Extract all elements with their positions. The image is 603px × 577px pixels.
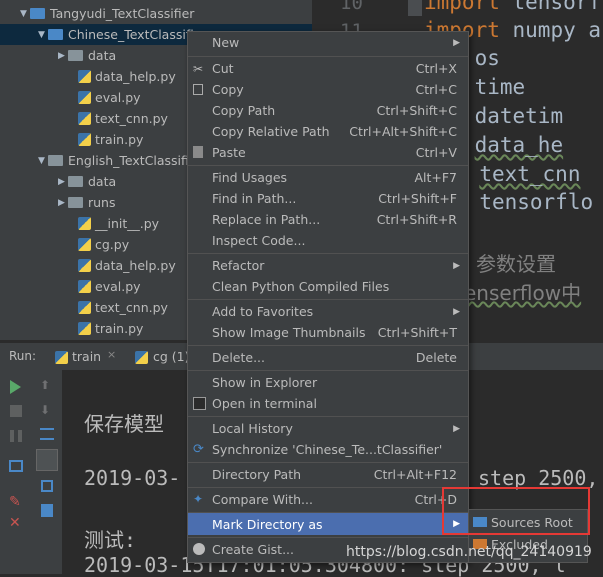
menu-item-add-to-favorites[interactable]: Add to Favorites ▶ bbox=[188, 301, 468, 322]
run-label: Run: bbox=[9, 349, 37, 363]
python-icon bbox=[135, 351, 148, 364]
chevron-right-icon[interactable]: ▶ bbox=[58, 51, 68, 61]
menu-item-directory-path[interactable]: Directory Path Ctrl+Alt+F12 bbox=[188, 464, 468, 485]
tree-item-tangyudi[interactable]: ▼ Tangyudi_TextClassifier bbox=[0, 3, 312, 24]
menu-item-show-image-thumbnails[interactable]: Show Image Thumbnails Ctrl+Shift+T bbox=[188, 322, 468, 343]
close-icon[interactable]: × bbox=[107, 348, 116, 361]
menu-item-clean-python-compiled[interactable]: Clean Python Compiled Files bbox=[188, 276, 468, 297]
chevron-right-icon[interactable]: ▶ bbox=[58, 177, 68, 187]
watermark: https://blog.csdn.net/qq_24140919 bbox=[346, 544, 592, 560]
trash-icon[interactable] bbox=[41, 504, 53, 517]
rerun-icon[interactable] bbox=[10, 380, 21, 394]
folder-icon bbox=[68, 197, 83, 208]
python-file-icon bbox=[78, 133, 91, 146]
line-number: 10 bbox=[340, 0, 363, 14]
menu-separator bbox=[188, 253, 468, 254]
menu-item-compare-with[interactable]: ✦ Compare With... Ctrl+D bbox=[188, 489, 468, 510]
menu-separator bbox=[188, 537, 468, 538]
code-comment: enserflow中 bbox=[464, 281, 582, 305]
menu-separator bbox=[188, 416, 468, 417]
python-file-icon bbox=[78, 217, 91, 230]
menu-item-replace-in-path[interactable]: Replace in Path... Ctrl+Shift+R bbox=[188, 209, 468, 230]
run-side-toolbar: ✎ ✕ ⬆ ⬇ bbox=[0, 370, 62, 574]
python-file-icon bbox=[78, 238, 91, 251]
menu-separator bbox=[188, 462, 468, 463]
menu-separator bbox=[188, 299, 468, 300]
folder-icon bbox=[68, 50, 83, 61]
code-comment: 参数设置 bbox=[476, 252, 556, 276]
menu-item-new[interactable]: New ▶ bbox=[188, 32, 468, 53]
folder-icon bbox=[68, 176, 83, 187]
folder-icon bbox=[48, 155, 63, 166]
code-line: import tensorf bbox=[424, 0, 602, 14]
python-file-icon bbox=[78, 322, 91, 335]
python-file-icon bbox=[78, 301, 91, 314]
menu-separator bbox=[188, 370, 468, 371]
up-arrow-icon[interactable]: ⬆ bbox=[40, 378, 50, 392]
context-menu: New ▶ ✂ Cut Ctrl+X Copy Ctrl+C Copy Path Ctrl… bbox=[187, 31, 469, 563]
menu-item-delete[interactable]: Delete... Delete bbox=[188, 347, 468, 368]
menu-item-mark-directory-as[interactable]: Mark Directory as ▶ bbox=[188, 513, 468, 535]
paste-icon bbox=[193, 146, 203, 158]
python-icon bbox=[55, 351, 68, 364]
chevron-right-icon: ▶ bbox=[453, 260, 460, 271]
terminal-icon bbox=[193, 397, 206, 410]
tab-train[interactable]: train bbox=[72, 349, 101, 364]
console-line: 测试: bbox=[84, 528, 137, 552]
print-icon[interactable] bbox=[41, 480, 53, 492]
menu-item-find-in-path[interactable]: Find in Path... Ctrl+Shift+F bbox=[188, 188, 468, 209]
code-line: n text_cnn bbox=[454, 162, 581, 186]
chevron-down-icon[interactable]: ▼ bbox=[20, 9, 30, 19]
chevron-down-icon[interactable]: ▼ bbox=[38, 156, 48, 166]
chevron-right-icon: ▶ bbox=[453, 423, 460, 434]
menu-item-copy[interactable]: Copy Ctrl+C bbox=[188, 79, 468, 100]
menu-item-paste[interactable]: Paste Ctrl+V bbox=[188, 142, 468, 163]
menu-item-show-in-explorer[interactable]: Show in Explorer bbox=[188, 372, 468, 393]
pause-icon[interactable] bbox=[10, 430, 22, 442]
chevron-right-icon[interactable]: ▶ bbox=[58, 198, 68, 208]
menu-item-inspect-code[interactable]: Inspect Code... bbox=[188, 230, 468, 251]
menu-item-copy-path[interactable]: Copy Path Ctrl+Shift+C bbox=[188, 100, 468, 121]
folder-icon bbox=[30, 8, 45, 19]
chevron-right-icon: ▶ bbox=[453, 306, 460, 317]
chevron-right-icon: ▶ bbox=[453, 37, 460, 48]
layout-icon[interactable] bbox=[9, 460, 23, 472]
github-icon bbox=[193, 543, 205, 555]
python-file-icon bbox=[78, 70, 91, 83]
menu-item-open-in-terminal[interactable]: Open in terminal bbox=[188, 393, 468, 414]
highlight-box bbox=[442, 487, 590, 535]
menu-separator bbox=[188, 56, 468, 57]
tab-cg[interactable]: cg (1) bbox=[153, 349, 190, 364]
wrap-icon[interactable] bbox=[40, 428, 54, 440]
pin-icon[interactable]: ✎ bbox=[9, 494, 21, 510]
console-line: 2019-03- bbox=[84, 466, 181, 490]
python-file-icon bbox=[78, 112, 91, 125]
python-file-icon bbox=[78, 259, 91, 272]
menu-item-local-history[interactable]: Local History ▶ bbox=[188, 418, 468, 439]
down-arrow-icon[interactable]: ⬇ bbox=[40, 403, 50, 417]
menu-separator bbox=[188, 165, 468, 166]
menu-item-synchronize[interactable]: ⟳ Synchronize 'Chinese_Te...tClassifier' bbox=[188, 439, 468, 460]
sync-icon: ⟳ bbox=[193, 442, 204, 457]
cut-icon: ✂ bbox=[193, 62, 204, 76]
copy-icon bbox=[193, 84, 203, 95]
menu-item-find-usages[interactable]: Find Usages Alt+F7 bbox=[188, 167, 468, 188]
menu-item-refactor[interactable]: Refactor ▶ bbox=[188, 255, 468, 276]
close-icon[interactable]: ✕ bbox=[9, 515, 21, 531]
chevron-down-icon[interactable]: ▼ bbox=[38, 30, 48, 40]
menu-item-cut[interactable]: ✂ Cut Ctrl+X bbox=[188, 58, 468, 79]
code-line: n tensorflo bbox=[454, 190, 594, 214]
compare-icon: ✦ bbox=[193, 492, 204, 506]
menu-separator bbox=[188, 345, 468, 346]
fold-marker[interactable] bbox=[408, 0, 422, 16]
console-line: 保存模型 bbox=[84, 412, 164, 436]
folder-icon bbox=[48, 29, 63, 40]
stop-icon[interactable] bbox=[10, 405, 22, 417]
python-file-icon bbox=[78, 280, 91, 293]
menu-item-copy-relative-path[interactable]: Copy Relative Path Ctrl+Alt+Shift+C bbox=[188, 121, 468, 142]
scroll-to-end-icon[interactable] bbox=[36, 449, 58, 471]
python-file-icon bbox=[78, 91, 91, 104]
menu-separator bbox=[188, 487, 468, 488]
